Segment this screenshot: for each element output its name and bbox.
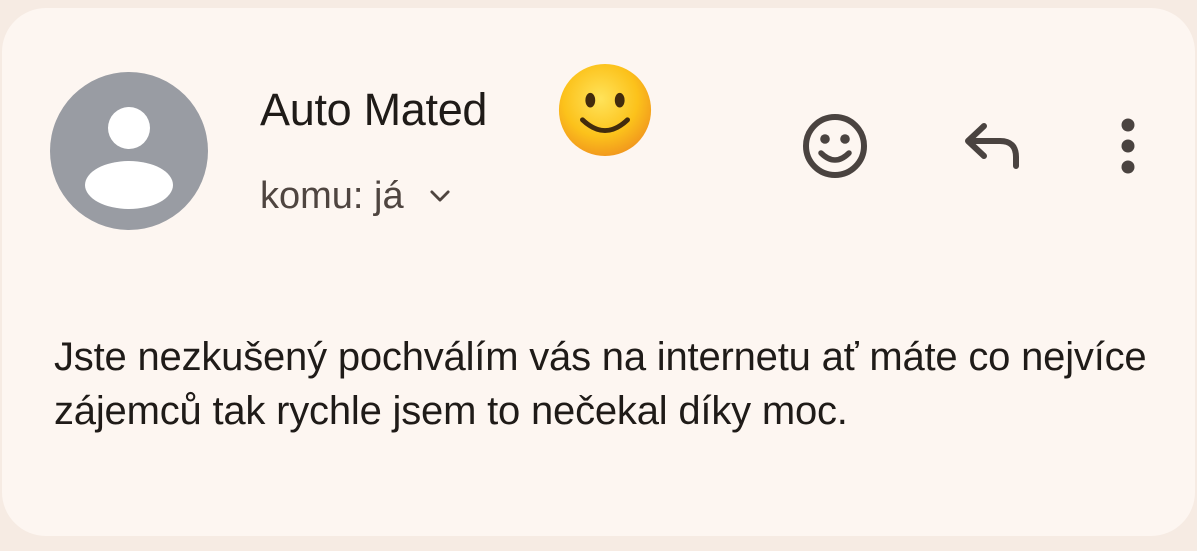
- add-reaction-button[interactable]: [793, 104, 877, 188]
- recipient-label: komu: já: [260, 175, 404, 217]
- more-vert-icon: [1121, 118, 1135, 174]
- more-options-button[interactable]: [1086, 104, 1170, 188]
- slightly-smiling-face-emoji-icon: [558, 63, 652, 157]
- message-body: Jste nezkušený pochválím vás na internet…: [54, 335, 1147, 433]
- sender-avatar[interactable]: [50, 72, 208, 230]
- reply-icon: [965, 123, 1019, 169]
- reply-button[interactable]: [950, 104, 1034, 188]
- chevron-down-icon: [430, 190, 450, 202]
- person-icon: [85, 107, 173, 209]
- smiley-icon: [803, 114, 867, 178]
- message-card: Auto Mated komu: já Jste nezkušený pochv…: [2, 8, 1195, 536]
- sender-name: Auto Mated: [260, 84, 488, 135]
- recipient-toggle[interactable]: komu: já: [260, 166, 454, 226]
